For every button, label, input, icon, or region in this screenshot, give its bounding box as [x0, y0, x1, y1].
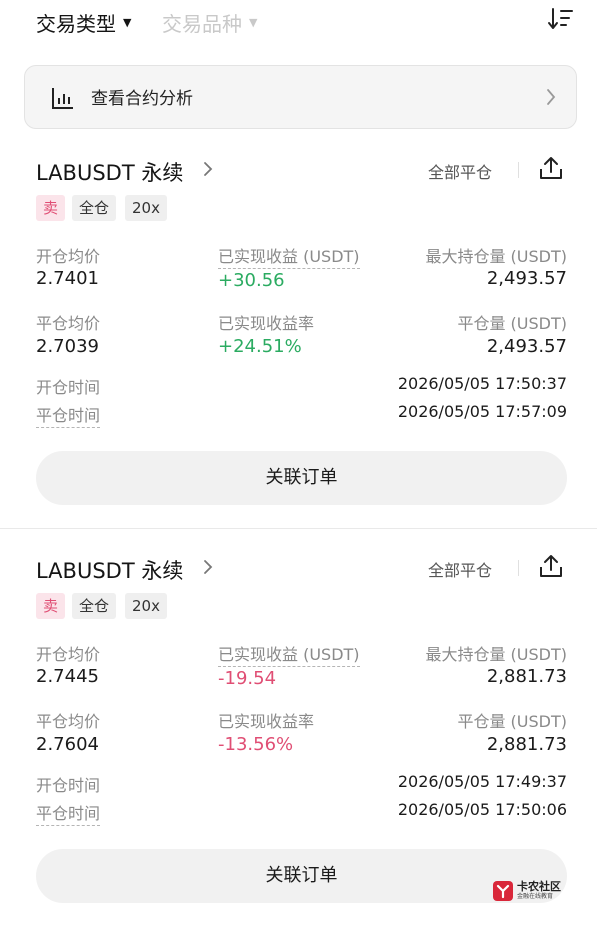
watermark-subtitle: 金融在线教育 [517, 893, 554, 900]
watermark-logo-icon [493, 881, 513, 901]
open-avg-value: 2.7445 [36, 666, 99, 687]
sort-icon[interactable] [547, 6, 575, 32]
related-orders-button[interactable]: 关联订单 [36, 849, 567, 903]
close-time-label[interactable]: 平仓时间 [36, 800, 101, 826]
realized-rate-value: -13.56% [218, 734, 294, 755]
realized-rate-value: +24.51% [218, 336, 302, 357]
trade-type-label: 交易类型 [36, 12, 116, 36]
side-tag: 卖 [36, 593, 66, 619]
open-avg-value: 2.7401 [36, 268, 99, 289]
open-avg-label: 开仓均价 [36, 247, 101, 266]
close-time-label[interactable]: 平仓时间 [36, 402, 101, 428]
max-position-label: 最大持仓量 (USDT) [425, 247, 567, 266]
trade-type-filter[interactable]: 交易类型 ▼ [36, 8, 131, 37]
share-icon[interactable] [538, 155, 564, 181]
close-avg-label: 平仓均价 [36, 314, 101, 333]
instrument-filter[interactable]: 交易品种 ▼ [162, 8, 257, 37]
close-all-button[interactable]: 全部平仓 [428, 557, 492, 581]
max-position-value: 2,881.73 [486, 666, 567, 687]
open-avg-label: 开仓均价 [36, 645, 101, 664]
chevron-right-icon [547, 89, 556, 105]
max-position-value: 2,493.57 [486, 268, 567, 289]
side-tag: 卖 [36, 195, 66, 221]
close-volume-value: 2,881.73 [486, 734, 567, 755]
close-all-button[interactable]: 全部平仓 [428, 159, 492, 183]
open-time-label: 开仓时间 [36, 378, 101, 397]
related-orders-button[interactable]: 关联订单 [36, 451, 567, 505]
bar-chart-icon [52, 88, 73, 109]
realized-rate-label: 已实现收益率 [218, 314, 315, 333]
close-avg-value: 2.7039 [36, 336, 99, 357]
close-avg-value: 2.7604 [36, 734, 99, 755]
max-position-label: 最大持仓量 (USDT) [425, 645, 567, 664]
contract-analysis-link[interactable]: 查看合约分析 [24, 65, 577, 129]
realized-pnl-value: -19.54 [218, 668, 277, 689]
realized-rate-label: 已实现收益率 [218, 712, 315, 731]
position-symbol[interactable]: LABUSDT 永续 [36, 157, 183, 187]
watermark: 卡农社区 金融在线教育 [492, 880, 561, 902]
top-filter-bar: 交易类型 ▼ 交易品种 ▼ [0, 0, 597, 50]
close-time-value: 2026/05/05 17:57:09 [397, 402, 567, 421]
margin-mode-tag: 全仓 [72, 593, 117, 619]
realized-pnl-label[interactable]: 已实现收益 (USDT) [218, 243, 360, 269]
margin-mode-tag: 全仓 [72, 195, 117, 221]
close-avg-label: 平仓均价 [36, 712, 101, 731]
close-volume-value: 2,493.57 [486, 336, 567, 357]
divider [518, 162, 519, 178]
position-symbol[interactable]: LABUSDT 永续 [36, 555, 183, 585]
open-time-value: 2026/05/05 17:49:37 [397, 772, 567, 791]
open-time-label: 开仓时间 [36, 776, 101, 795]
chevron-right-icon[interactable] [203, 559, 213, 575]
contract-analysis-label: 查看合约分析 [91, 89, 193, 109]
caret-down-icon: ▼ [123, 16, 132, 29]
share-icon[interactable] [538, 553, 564, 579]
realized-pnl-value: +30.56 [218, 270, 285, 291]
close-volume-label: 平仓量 (USDT) [457, 712, 567, 731]
caret-down-icon: ▼ [249, 16, 258, 29]
watermark-title: 卡农社区 [517, 880, 561, 893]
card-separator [0, 528, 597, 529]
close-time-value: 2026/05/05 17:50:06 [397, 800, 567, 819]
divider [518, 560, 519, 576]
chevron-right-icon[interactable] [203, 161, 213, 177]
realized-pnl-label[interactable]: 已实现收益 (USDT) [218, 641, 360, 667]
instrument-label: 交易品种 [162, 12, 242, 36]
open-time-value: 2026/05/05 17:50:37 [397, 374, 567, 393]
close-volume-label: 平仓量 (USDT) [457, 314, 567, 333]
leverage-tag: 20x [125, 593, 167, 619]
leverage-tag: 20x [125, 195, 167, 221]
